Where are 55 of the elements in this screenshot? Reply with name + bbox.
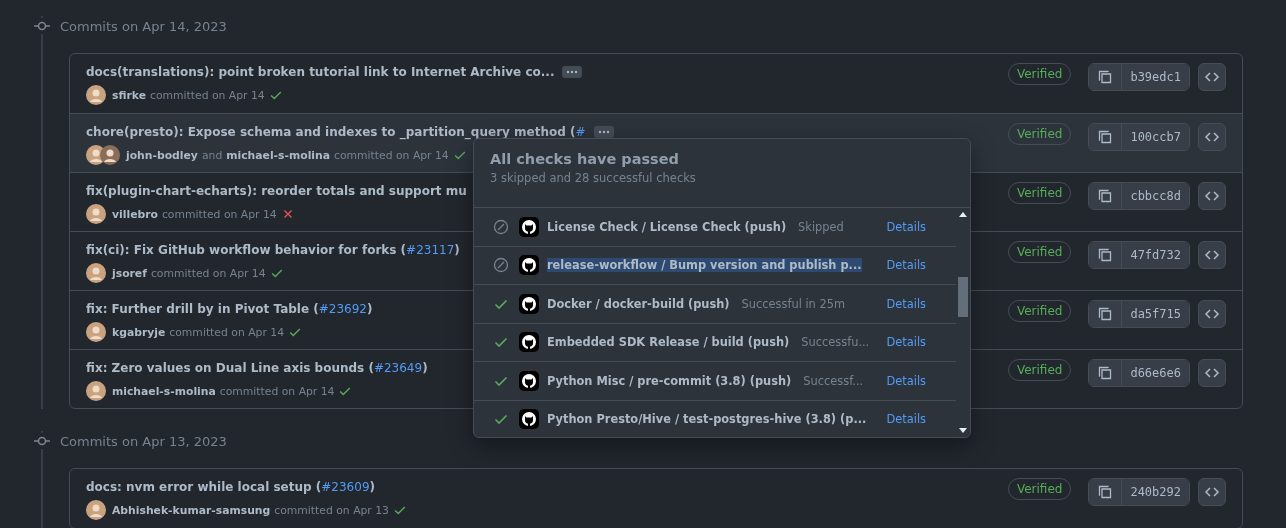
author-link[interactable]: michael-s-molina bbox=[112, 384, 216, 398]
details-link[interactable]: Details bbox=[886, 412, 926, 427]
check-detail: Successfu... bbox=[801, 335, 870, 350]
author-link[interactable]: jsoref bbox=[112, 266, 147, 280]
pr-link[interactable]: #23609 bbox=[321, 480, 370, 494]
date-heading: Commits on Apr 14, 2023 bbox=[60, 18, 227, 34]
pr-link[interactable]: # bbox=[575, 125, 586, 139]
commit-sha-button[interactable]: b39edc1 bbox=[1122, 64, 1189, 90]
author-link[interactable]: john-bodley bbox=[126, 148, 198, 162]
commit-sha-button[interactable]: d66e6e6 bbox=[1122, 360, 1189, 386]
details-link[interactable]: Details bbox=[886, 373, 926, 388]
date-heading: Commits on Apr 13, 2023 bbox=[60, 433, 227, 449]
commit-title[interactable]: docs(translations): point broken tutorial link to Internet Archive co... bbox=[86, 65, 555, 79]
commit-date: committed on Apr 14 bbox=[161, 207, 277, 221]
commit-date: committed on Apr 14 bbox=[149, 88, 265, 102]
commit-title[interactable]: fix: Further drill by in Pivot Table (#23692) bbox=[86, 302, 373, 316]
author-link[interactable]: Abhishek-kumar-samsung bbox=[112, 503, 271, 517]
check-name: License Check / License Check (push) bbox=[547, 219, 787, 234]
pr-link[interactable]: #23117 bbox=[406, 243, 455, 257]
author-link[interactable]: villebro bbox=[112, 207, 158, 221]
check-detail: Successf... bbox=[803, 373, 864, 388]
commit-sha-button[interactable]: 47fd732 bbox=[1122, 242, 1189, 268]
commit-title[interactable]: fix: Zero values on Dual Line axis bounds (#23649) bbox=[86, 361, 428, 375]
details-link[interactable]: Details bbox=[886, 335, 926, 350]
commit-sha-button[interactable]: 240b292 bbox=[1122, 479, 1189, 505]
check-name: release-workflow / Bump version and publish p... bbox=[547, 258, 862, 273]
details-link[interactable]: Details bbox=[886, 296, 926, 311]
popover-title: All checks have passed bbox=[490, 151, 680, 167]
check-name: Python Misc / pre-commit (3.8) (push) bbox=[547, 373, 792, 388]
commit-title[interactable]: docs: nvm error while local setup (#23609) bbox=[86, 480, 375, 494]
commit-date: committed on Apr 14 bbox=[169, 325, 284, 339]
commit-sha-button[interactable]: cbbcc8d bbox=[1122, 183, 1189, 209]
pr-link[interactable]: #23692 bbox=[318, 302, 367, 316]
check-name: Embedded SDK Release / build (push) bbox=[547, 335, 790, 350]
author-link[interactable]: michael-s-molina bbox=[226, 148, 331, 162]
commit-title[interactable]: fix(ci): Fix GitHub workflow behavior for forks (#23117) bbox=[86, 243, 460, 257]
commit-date: committed on Apr 14 bbox=[334, 148, 449, 162]
commit-title[interactable]: chore(presto): Expose schema and indexes to _partition_query method (# bbox=[86, 125, 586, 139]
author-joiner: and bbox=[201, 148, 223, 162]
commit-sha-button[interactable]: 100ccb7 bbox=[1122, 124, 1189, 150]
author-link[interactable]: sfirke bbox=[112, 88, 146, 102]
check-name: Docker / docker-build (push) bbox=[547, 296, 730, 311]
check-detail: Skipped bbox=[798, 219, 844, 234]
commit-date: committed on Apr 14 bbox=[150, 266, 266, 280]
commit-sha-button[interactable]: da5f715 bbox=[1122, 301, 1189, 327]
commit-date: committed on Apr 13 bbox=[274, 503, 389, 517]
check-detail: Successful in 25m bbox=[741, 296, 846, 311]
commit-date: committed on Apr 14 bbox=[219, 384, 335, 398]
details-link[interactable]: Details bbox=[886, 219, 926, 234]
commit-title[interactable]: fix(plugin-chart-echarts): reorder totals and support mu bbox=[86, 184, 467, 198]
pr-link[interactable]: #23649 bbox=[373, 361, 423, 375]
checks-summary: 3 skipped and 28 successful checks bbox=[490, 171, 697, 185]
author-link[interactable]: kgabryje bbox=[112, 325, 166, 339]
details-link[interactable]: Details bbox=[886, 258, 926, 273]
check-name: Python Presto/Hive / test-postgres-hive (3.8) (p... bbox=[547, 412, 867, 427]
